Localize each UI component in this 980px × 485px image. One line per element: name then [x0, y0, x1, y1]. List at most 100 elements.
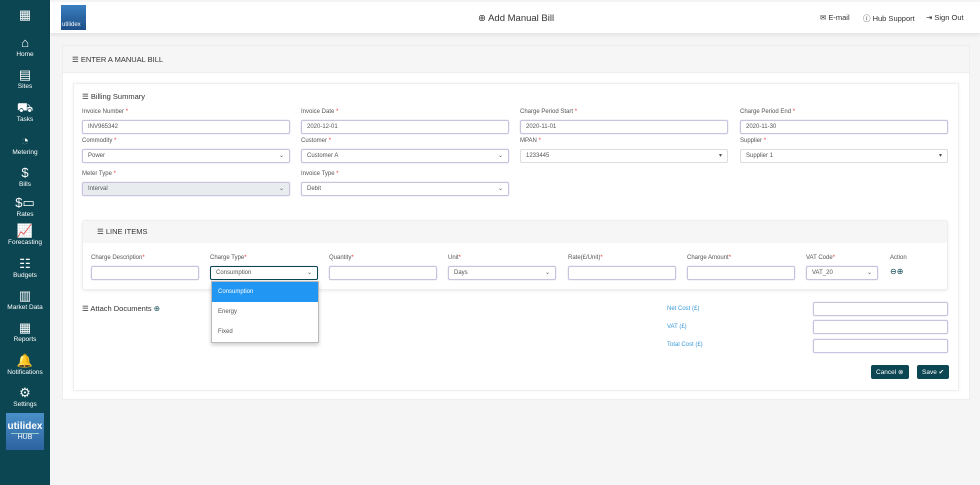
- home-icon: ⌂: [21, 35, 29, 50]
- chevron-down-icon: ▾: [718, 153, 722, 159]
- top-header: utilidex ⊕ Add Manual Bill ✉ E-mail ⓘ Hu…: [50, 2, 980, 33]
- page-title: ⊕ Add Manual Bill: [478, 13, 555, 24]
- mpan-select[interactable]: 1233445 ▾: [520, 149, 728, 163]
- check-icon: ✔: [938, 369, 945, 376]
- vat-code-label: VAT Code*: [806, 255, 836, 261]
- rate-unit-label: Rate(£/Unit)*: [568, 255, 603, 261]
- save-button[interactable]: Save ✔: [917, 365, 950, 379]
- vat-code-select[interactable]: VAT_20 ⌄: [806, 266, 878, 280]
- charge-amount-input[interactable]: [687, 266, 795, 280]
- sidebar: ▦ ⌂ Home ▤ Sites ⛟ Tasks ◔ Metering $ Bills $▭ Rate…: [0, 0, 50, 485]
- utilidex-logo[interactable]: utilidex: [61, 5, 86, 30]
- list-icon: ☰: [97, 227, 104, 236]
- invoice-number-input[interactable]: INV965342: [82, 120, 290, 134]
- chevron-down-icon: ⌄: [306, 270, 312, 276]
- invoice-number-label: Invoice Number *: [82, 109, 129, 115]
- sidebar-item-home[interactable]: ⌂ Home: [0, 36, 50, 59]
- invoice-type-label: Invoice Type *: [301, 171, 339, 177]
- charge-period-end-label: Charge Period End *: [740, 109, 796, 115]
- meter-type-label: Meter Type *: [82, 171, 116, 177]
- envelope-icon: ✉: [820, 13, 827, 22]
- sidebar-item-forecasting[interactable]: 📈 Forecasting: [0, 224, 50, 247]
- sidebar-item-bills[interactable]: $ Bills: [0, 166, 50, 189]
- remove-row-icon[interactable]: ⊖: [890, 267, 897, 276]
- email-link[interactable]: ✉ E-mail: [820, 13, 850, 22]
- vat-label: VAT (£): [667, 324, 687, 330]
- customer-select[interactable]: Customer A ⌄: [301, 149, 509, 163]
- dropdown-option-energy[interactable]: Energy: [212, 302, 318, 322]
- net-cost-input[interactable]: [813, 302, 948, 316]
- sidebar-item-reports[interactable]: ▦ Reports: [0, 321, 50, 344]
- quantity-input[interactable]: [329, 266, 437, 280]
- add-row-icon[interactable]: ⊕: [897, 267, 904, 276]
- add-document-icon[interactable]: ⊕: [154, 304, 160, 313]
- list-icon: ☰: [82, 92, 89, 101]
- sidebar-item-tasks[interactable]: ⛟ Tasks: [0, 101, 50, 124]
- cancel-icon: ⊗: [898, 369, 904, 376]
- quantity-label: Quantity*: [329, 255, 354, 261]
- invoice-date-input[interactable]: 2020-12-01: [301, 120, 509, 134]
- billing-summary-title: ☰ Billing Summary: [82, 92, 146, 101]
- list-icon: ☰: [72, 55, 79, 64]
- dropdown-option-fixed[interactable]: Fixed: [212, 322, 318, 342]
- dropdown-option-consumption[interactable]: Consumption: [212, 282, 318, 302]
- chevron-down-icon: ⌄: [497, 186, 503, 192]
- chevron-down-icon: ⌄: [497, 153, 503, 159]
- total-cost-label: Total Cost (£): [667, 342, 703, 348]
- sidebar-item-rates[interactable]: $▭ Rates: [0, 196, 50, 219]
- question-icon: ⓘ: [863, 14, 871, 23]
- action-label: Action: [890, 255, 907, 261]
- supplier-label: Supplier *: [740, 138, 767, 144]
- chevron-down-icon: ⌄: [866, 270, 872, 276]
- net-cost-label: Net Cost (£): [667, 306, 700, 312]
- commodity-label: Commodity *: [82, 138, 117, 144]
- meter-type-select[interactable]: Interval ⌄: [82, 182, 290, 196]
- total-cost-input[interactable]: [813, 339, 948, 353]
- commodity-select[interactable]: Power ⌄: [82, 149, 290, 163]
- sidebar-item-budgets[interactable]: ☷ Budgets: [0, 257, 50, 280]
- unit-label: Unit*: [448, 255, 462, 261]
- supplier-select[interactable]: Supplier 1 ▾: [740, 149, 948, 163]
- charge-description-input[interactable]: [91, 266, 199, 280]
- line-items-header: ☰ LINE ITEMS: [83, 221, 947, 243]
- list-icon: ☰: [82, 304, 89, 313]
- sidebar-item-settings[interactable]: ⚙ Settings: [0, 386, 50, 409]
- chevron-down-icon: ▾: [938, 153, 942, 159]
- forecasting-icon: 📈: [16, 223, 34, 238]
- cancel-button[interactable]: Cancel ⊗: [871, 365, 909, 379]
- invoice-type-select[interactable]: Debit ⌄: [301, 182, 509, 196]
- charge-period-start-label: Charge Period Start *: [520, 109, 578, 115]
- vat-input[interactable]: [813, 320, 948, 334]
- sign-out-link[interactable]: ⇥ Sign Out: [926, 13, 964, 22]
- card-header: ☰ ENTER A MANUAL BILL: [63, 46, 969, 73]
- settings-icon: ⚙: [19, 385, 31, 400]
- charge-type-select[interactable]: Consumption ⌄: [210, 266, 318, 280]
- rate-unit-input[interactable]: [568, 266, 676, 280]
- market-data-icon: ▥: [18, 288, 32, 303]
- unit-select[interactable]: Days ⌄: [448, 266, 556, 280]
- chevron-down-icon: ⌄: [278, 186, 284, 192]
- charge-description-label: Charge Description*: [91, 255, 145, 261]
- hub-logo[interactable]: utilidex HUB: [6, 413, 44, 450]
- chevron-down-icon: ⌄: [544, 270, 550, 276]
- plus-circle-icon: ⊕: [478, 13, 486, 24]
- budgets-icon: ☷: [19, 256, 31, 271]
- customer-label: Customer *: [301, 138, 332, 144]
- charge-amount-label: Charge Amount*: [687, 255, 732, 261]
- sidebar-item-sites[interactable]: ▤ Sites: [0, 68, 50, 91]
- apps-grid-icon[interactable]: ▦: [0, 7, 50, 23]
- reports-icon: ▦: [18, 320, 32, 335]
- attach-documents: ☰ Attach Documents ⊕: [82, 304, 161, 313]
- charge-type-label: Charge Type*: [210, 255, 247, 261]
- hub-support-link[interactable]: ⓘ Hub Support: [863, 13, 915, 24]
- sites-icon: ▤: [18, 67, 32, 82]
- charge-period-start-input[interactable]: 2020-11-01: [520, 120, 728, 134]
- charge-period-end-input[interactable]: 2020-11-30: [740, 120, 948, 134]
- sidebar-item-notifications[interactable]: 🔔 Notifications: [0, 354, 50, 377]
- rates-icon: $▭: [15, 195, 35, 210]
- sidebar-item-metering[interactable]: ◔ Metering: [0, 134, 50, 157]
- sidebar-item-market-data[interactable]: ▥ Market Data: [0, 289, 50, 312]
- bills-icon: $: [21, 165, 29, 180]
- charge-type-dropdown: Consumption Energy Fixed: [211, 281, 319, 343]
- notifications-icon: 🔔: [16, 353, 34, 368]
